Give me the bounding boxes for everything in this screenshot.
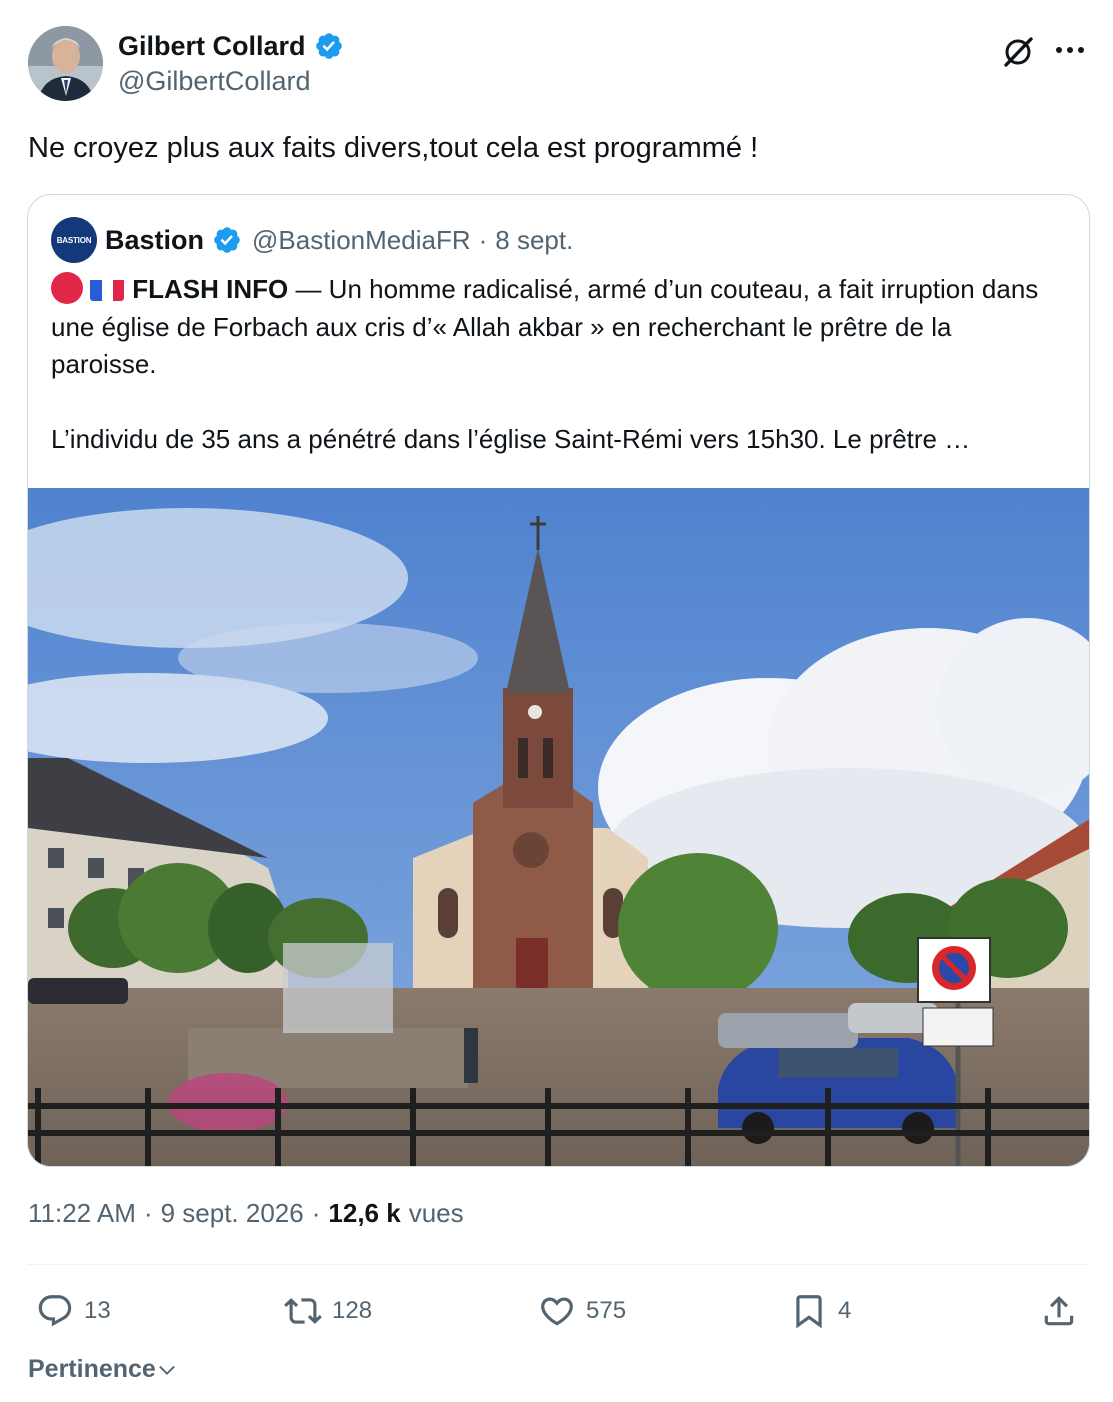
retweet-button[interactable]: 128 — [284, 1285, 372, 1337]
quoted-date: 8 sept. — [495, 224, 574, 255]
meta-separator: · — [143, 1198, 153, 1228]
sort-label: Pertinence — [28, 1355, 156, 1383]
tweet-meta: 11:22 AM · 9 sept. 2026 · 12,6 k vues — [28, 1198, 464, 1229]
bookmark-icon — [796, 1295, 822, 1329]
quoted-handle: @BastionMediaFR — [252, 224, 471, 255]
quoted-tweet[interactable]: BASTION Bastion @BastionMediaFR · 8 sept… — [27, 194, 1090, 1167]
share-icon — [1044, 1296, 1074, 1326]
quoted-avatar-text: BASTION — [56, 235, 92, 245]
retweet-icon — [284, 1298, 322, 1324]
meta-separator: · — [311, 1198, 321, 1228]
views-label: vues — [408, 1198, 464, 1228]
quoted-display-name[interactable]: Bastion — [105, 225, 204, 256]
grok-icon[interactable] — [998, 32, 1038, 72]
flash-info-label: FLASH INFO — [132, 274, 289, 304]
reply-button[interactable]: 13 — [36, 1285, 111, 1337]
more-icon[interactable] — [1050, 30, 1090, 70]
quoted-text: FLASH INFO — Un homme radicalisé, armé d… — [51, 271, 1061, 459]
views-count: 12,6 k — [328, 1198, 401, 1228]
author-handle[interactable]: @GilbertCollard — [118, 66, 344, 97]
sort-dropdown[interactable]: Pertinence — [28, 1355, 178, 1384]
like-count: 575 — [586, 1297, 627, 1324]
verified-badge-icon[interactable] — [314, 31, 344, 61]
quoted-text-line2: L’individu de 35 ans a pénétré dans l’ég… — [51, 424, 971, 454]
tweet-time[interactable]: 11:22 AM — [28, 1198, 136, 1229]
tweet-header: Gilbert Collard @GilbertCollard — [28, 26, 1090, 102]
quoted-separator: · — [478, 224, 488, 255]
reply-icon — [38, 1295, 72, 1327]
bookmark-count: 4 — [838, 1297, 852, 1324]
reply-count: 13 — [84, 1297, 111, 1324]
tweet-date[interactable]: 9 sept. 2026 — [161, 1198, 304, 1229]
share-button[interactable] — [1040, 1285, 1078, 1337]
tweet-text: Ne croyez plus aux faits divers,tout cel… — [28, 132, 759, 164]
divider — [28, 1264, 1090, 1265]
church-photo[interactable] — [28, 488, 1089, 1166]
action-bar: 13 128 575 4 — [28, 1285, 1090, 1337]
retweet-count: 128 — [332, 1297, 373, 1324]
red-circle-icon — [51, 272, 83, 304]
like-icon — [541, 1297, 573, 1326]
chevron-down-icon — [159, 1365, 175, 1375]
author-avatar[interactable] — [28, 26, 103, 101]
verified-badge-icon — [212, 225, 242, 255]
quoted-avatar[interactable]: BASTION — [51, 217, 97, 263]
like-button[interactable]: 575 — [538, 1285, 626, 1337]
french-flag-icon — [90, 277, 125, 301]
bookmark-button[interactable]: 4 — [790, 1285, 851, 1337]
author-display-name[interactable]: Gilbert Collard — [118, 31, 306, 62]
